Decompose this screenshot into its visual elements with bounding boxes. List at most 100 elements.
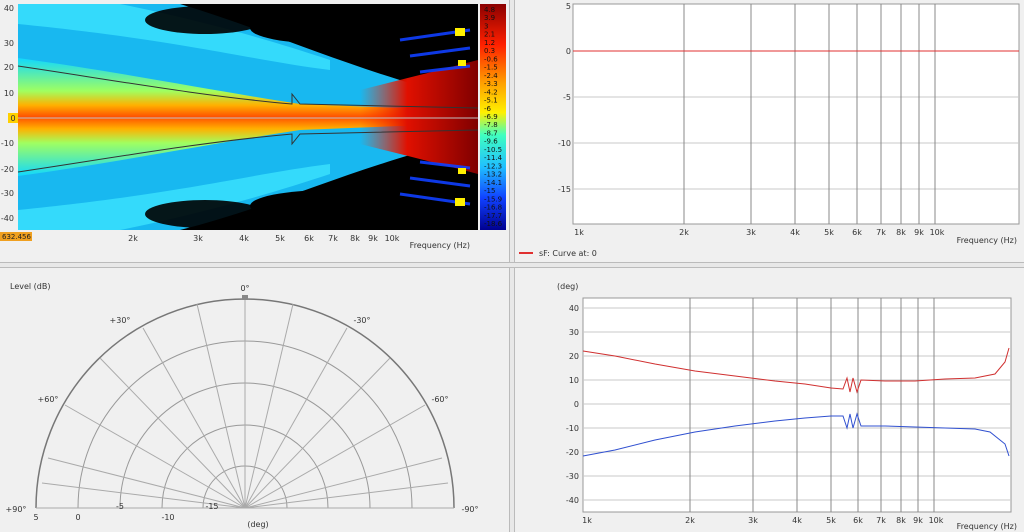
response-x-unit: Frequency (Hz) <box>957 236 1017 245</box>
angle-label-p60: +60° <box>38 395 59 404</box>
sonogram-xtick: 6k <box>304 234 314 243</box>
color-scale-label: -9.6 <box>484 138 498 146</box>
directivity-x-unit: Frequency (Hz) <box>957 522 1017 531</box>
directivity-ytick: 0 <box>574 400 579 409</box>
angle-label-m30: -30° <box>353 316 370 325</box>
sonogram-ytick: 30 <box>4 39 14 48</box>
polar-panel: Level (dB) 0° +30° -30° +60° -60° +90° -… <box>0 268 509 532</box>
sonogram-xtick: 4k <box>239 234 249 243</box>
radial-label: 5 <box>33 513 38 522</box>
directivity-ytick: 30 <box>569 328 579 337</box>
response-xtick: 4k <box>790 228 800 237</box>
color-scale-label: -4.2 <box>484 88 498 96</box>
response-xtick: 3k <box>746 228 756 237</box>
color-scale-label: -3.3 <box>484 80 498 88</box>
polar-level-label: Level (dB) <box>10 282 50 291</box>
sonogram-chart[interactable]: 40 30 20 10 0 -10 -20 -30 -40 0 2k 3k 4k… <box>0 0 509 262</box>
response-ytick: 5 <box>566 2 571 11</box>
color-scale-label: -2.4 <box>484 72 498 80</box>
zero-marker-label: 0 <box>10 114 15 123</box>
color-scale-label: -5.1 <box>484 97 498 105</box>
color-scale-label: -15 <box>484 187 495 195</box>
sonogram-ytick: 40 <box>4 4 14 13</box>
response-xtick: 10k <box>930 228 945 237</box>
color-scale-label: 3.9 <box>484 14 495 22</box>
directivity-chart[interactable]: (deg) 40 30 20 10 0 -10 -20 -30 -40 1k 2… <box>515 268 1024 532</box>
color-scale-label: -18.6 <box>484 220 503 228</box>
directivity-ytick: -10 <box>566 424 579 433</box>
color-scale-label: -7.8 <box>484 121 498 129</box>
response-ytick: 0 <box>566 47 571 56</box>
angle-label-0: 0° <box>240 284 249 293</box>
directivity-ytick: 20 <box>569 352 579 361</box>
sonogram-ytick: 10 <box>4 89 14 98</box>
directivity-xtick: 3k <box>748 516 758 525</box>
polar-chart[interactable]: Level (dB) 0° +30° -30° +60° -60° +90° -… <box>0 268 509 532</box>
color-scale-label: -1.5 <box>484 64 498 72</box>
directivity-ytick: 40 <box>569 304 579 313</box>
directivity-ytick: 10 <box>569 376 579 385</box>
directivity-ytick: -20 <box>566 448 579 457</box>
response-ytick: -15 <box>558 185 571 194</box>
directivity-ytick: -30 <box>566 472 579 481</box>
sonogram-ytick: -40 <box>1 214 14 223</box>
directivity-xtick: 5k <box>826 516 836 525</box>
sonogram-xtick: 5k <box>275 234 285 243</box>
sonogram-ytick: -30 <box>1 189 14 198</box>
color-scale-label: -8.7 <box>484 129 498 137</box>
directivity-xtick: 8k <box>896 516 906 525</box>
sonogram-ytick: -20 <box>1 165 14 174</box>
response-xtick: 7k <box>876 228 886 237</box>
color-scale-label: -14.1 <box>484 179 502 187</box>
color-scale-label: -6 <box>484 105 492 113</box>
color-scale-label: -11.4 <box>484 154 503 162</box>
color-scale-label: -17.7 <box>484 212 502 220</box>
response-xtick: 8k <box>896 228 906 237</box>
angle-label-m90: -90° <box>461 505 478 514</box>
directivity-panel: (deg) 40 30 20 10 0 -10 -20 -30 -40 1k 2… <box>515 268 1024 532</box>
directivity-xtick: 7k <box>876 516 886 525</box>
sonogram-xtick: 9k <box>368 234 378 243</box>
sonogram-x-unit: Frequency (Hz) <box>410 241 470 250</box>
color-scale-label: 4.8 <box>484 6 495 14</box>
radial-label: 0 <box>75 513 80 522</box>
sonogram-xtick: 7k <box>328 234 338 243</box>
response-panel: 5 0 -5 -10 -15 1k 2k 3k 4k 5k 6k 7k 8k 9… <box>515 0 1024 262</box>
color-scale-label: -0.6 <box>484 55 498 63</box>
color-scale-label: -6.9 <box>484 113 498 121</box>
cursor-readout: 632.456 <box>2 233 31 241</box>
directivity-y-unit: (deg) <box>557 282 578 291</box>
polar-unit: (deg) <box>247 520 268 529</box>
sonogram-xtick: 8k <box>350 234 360 243</box>
directivity-ytick: -40 <box>566 496 579 505</box>
directivity-xtick: 6k <box>853 516 863 525</box>
directivity-xtick: 10k <box>929 516 944 525</box>
response-chart[interactable]: 5 0 -5 -10 -15 1k 2k 3k 4k 5k 6k 7k 8k 9… <box>515 0 1024 262</box>
color-scale-label: 1.2 <box>484 39 495 47</box>
response-xtick: 2k <box>679 228 689 237</box>
radial-label: -5 <box>116 502 124 511</box>
angle-label-m60: -60° <box>431 395 448 404</box>
color-scale-label: 3 <box>484 22 488 30</box>
sonogram-ytick: -10 <box>1 139 14 148</box>
directivity-xtick: 2k <box>685 516 695 525</box>
color-scale-label: 2.1 <box>484 31 495 39</box>
response-xtick: 1k <box>574 228 584 237</box>
response-ytick: -10 <box>558 139 571 148</box>
directivity-xtick: 4k <box>792 516 802 525</box>
radial-label: -10 <box>161 513 174 522</box>
radial-label: -15 <box>205 502 218 511</box>
directivity-xtick: 9k <box>913 516 923 525</box>
color-scale-label: 0.3 <box>484 47 495 55</box>
response-ytick: -5 <box>563 93 571 102</box>
response-xtick: 9k <box>914 228 924 237</box>
legend-label[interactable]: sF: Curve at: 0 <box>539 249 597 258</box>
sonogram-ytick: 20 <box>4 63 14 72</box>
color-scale-label: -15.9 <box>484 195 502 203</box>
sonogram-xtick: 2k <box>128 234 138 243</box>
color-scale-label: -12.3 <box>484 162 502 170</box>
sonogram-panel: 40 30 20 10 0 -10 -20 -30 -40 0 2k 3k 4k… <box>0 0 509 262</box>
color-scale-label: -13.2 <box>484 171 502 179</box>
sonogram-xtick: 10k <box>385 234 400 243</box>
sonogram-xtick: 3k <box>193 234 203 243</box>
